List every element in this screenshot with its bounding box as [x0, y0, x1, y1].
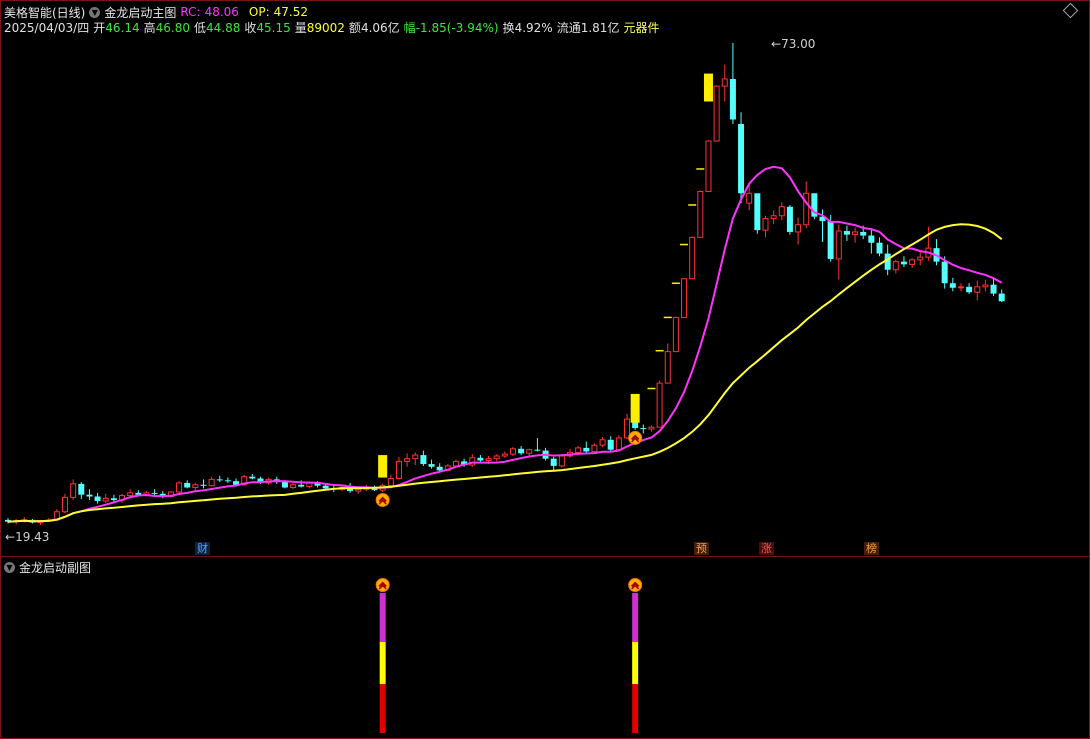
oscillator-bar-segment	[379, 593, 386, 642]
oscillator-bar-segment	[379, 684, 386, 733]
start-signal-icon	[628, 578, 643, 592]
sub-indicator-chart[interactable]	[0, 0, 1090, 739]
oscillator-bar-segment	[632, 593, 639, 642]
oscillator-bar-segment	[632, 642, 639, 684]
oscillator-bar-segment	[632, 684, 639, 733]
oscillator-bar-segment	[379, 642, 386, 684]
start-signal-icon	[375, 578, 390, 592]
